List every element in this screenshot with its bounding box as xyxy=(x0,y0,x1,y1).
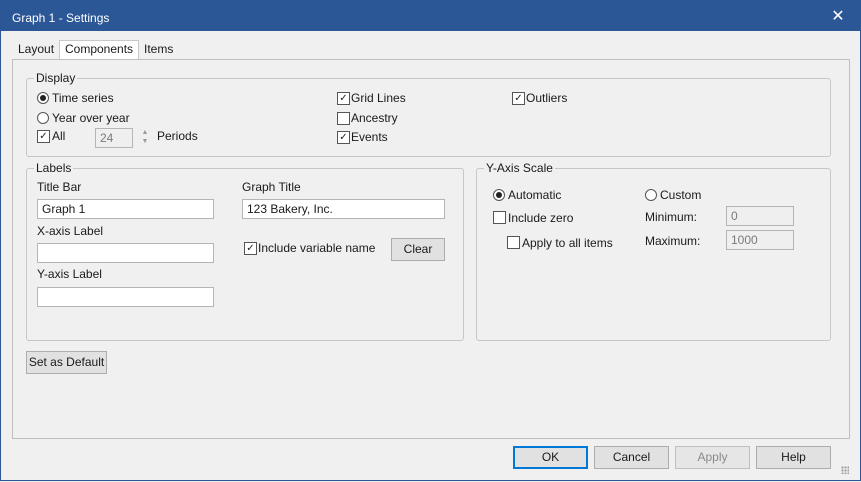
apply-to-all-label: Apply to all items xyxy=(522,236,613,250)
include-zero-label: Include zero xyxy=(508,211,574,225)
time-series-radio[interactable] xyxy=(37,92,49,104)
title-bar: Graph 1 - Settings ✕ xyxy=(0,0,861,31)
year-over-year-label: Year over year xyxy=(52,111,130,125)
x-axis-label: X-axis Label xyxy=(37,224,104,238)
grid-lines-label: Grid Lines xyxy=(351,91,406,105)
spin-up-icon: ▲ xyxy=(141,129,149,136)
ok-button[interactable]: OK xyxy=(513,446,588,469)
title-bar-input[interactable]: Graph 1 xyxy=(37,199,214,219)
y-axis-scale-legend: Y-Axis Scale xyxy=(484,161,555,175)
x-axis-input[interactable] xyxy=(37,243,214,263)
help-button[interactable]: Help xyxy=(756,446,831,469)
automatic-radio[interactable] xyxy=(493,189,505,201)
title-bar-label: Title Bar xyxy=(37,180,82,194)
display-legend: Display xyxy=(34,71,78,85)
automatic-label: Automatic xyxy=(508,188,562,202)
y-axis-scale-group: Y-Axis Scale Automatic Custom Include ze… xyxy=(476,161,831,341)
events-label: Events xyxy=(351,130,388,144)
ancestry-label: Ancestry xyxy=(351,111,398,125)
graph-title-input[interactable]: 123 Bakery, Inc. xyxy=(242,199,445,219)
apply-button[interactable]: Apply xyxy=(675,446,750,469)
set-as-default-button[interactable]: Set as Default xyxy=(26,351,107,374)
include-variable-name-checkbox[interactable]: ✓ xyxy=(244,242,257,255)
outliers-label: Outliers xyxy=(526,91,568,105)
include-zero-checkbox[interactable] xyxy=(493,211,506,224)
outliers-checkbox[interactable]: ✓ xyxy=(512,92,525,105)
grid-lines-checkbox[interactable]: ✓ xyxy=(337,92,350,105)
minimum-input[interactable]: 0 xyxy=(726,206,794,226)
tab-items-label: Items xyxy=(144,42,174,56)
periods-input[interactable]: 24 xyxy=(95,128,133,148)
periods-label: Periods xyxy=(157,129,198,143)
ancestry-checkbox[interactable] xyxy=(337,112,350,125)
labels-group: Labels Title Bar Graph 1 Graph Title 123… xyxy=(26,161,464,341)
apply-to-all-checkbox[interactable] xyxy=(507,236,520,249)
tab-components-label: Components xyxy=(65,42,134,56)
periods-spinner[interactable]: ▲ ▼ xyxy=(135,128,155,148)
tab-items[interactable]: Items xyxy=(139,41,178,59)
graph-title-label: Graph Title xyxy=(242,180,301,194)
maximum-input[interactable]: 1000 xyxy=(726,230,794,250)
maximum-label: Maximum: xyxy=(645,234,701,248)
tab-components[interactable]: Components xyxy=(59,40,140,60)
spin-down-icon: ▼ xyxy=(141,138,149,145)
events-checkbox[interactable]: ✓ xyxy=(337,131,350,144)
year-over-year-radio[interactable] xyxy=(37,112,49,124)
time-series-label: Time series xyxy=(52,91,114,105)
display-group: Display Time series Year over year ✓ All… xyxy=(26,71,831,157)
custom-label: Custom xyxy=(660,188,702,202)
clear-button[interactable]: Clear xyxy=(391,238,445,261)
custom-radio[interactable] xyxy=(645,189,657,201)
tab-panel: Display Time series Year over year ✓ All… xyxy=(12,59,850,439)
include-variable-name-label: Include variable name xyxy=(258,241,376,255)
close-button[interactable]: ✕ xyxy=(815,0,861,31)
window-title: Graph 1 - Settings xyxy=(12,11,110,25)
cancel-button[interactable]: Cancel xyxy=(594,446,669,469)
labels-legend: Labels xyxy=(34,161,74,175)
resize-grip-icon[interactable] xyxy=(841,466,849,474)
tab-layout-label: Layout xyxy=(18,42,55,56)
y-axis-label: Y-axis Label xyxy=(37,267,102,281)
all-checkbox[interactable]: ✓ xyxy=(37,130,50,143)
close-icon: ✕ xyxy=(831,7,845,25)
all-label: All xyxy=(52,129,66,143)
tab-layout[interactable]: Layout xyxy=(13,41,59,59)
minimum-label: Minimum: xyxy=(645,210,698,224)
y-axis-input[interactable] xyxy=(37,287,214,307)
